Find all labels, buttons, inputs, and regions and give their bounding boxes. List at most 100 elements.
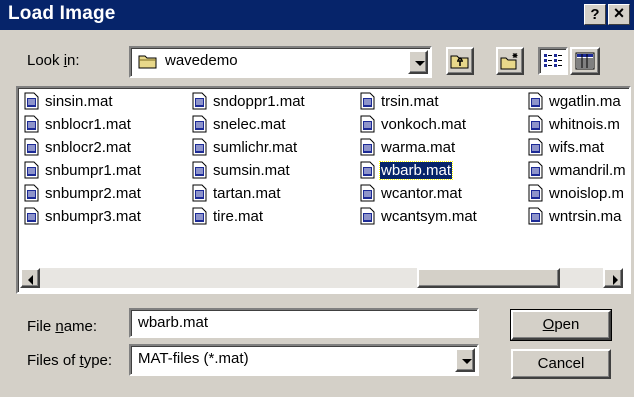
file-name-label: File name: <box>27 318 98 335</box>
file-item-label: sumsin.mat <box>213 161 290 179</box>
file-item[interactable]: snbumpr3.mat <box>24 205 142 226</box>
details-view-icon <box>575 52 595 74</box>
file-item[interactable]: vonkoch.mat <box>360 113 467 134</box>
help-button[interactable]: ? <box>584 4 606 25</box>
arrow-left-icon <box>28 275 33 285</box>
mat-file-icon <box>360 115 375 133</box>
mat-file-icon <box>24 161 39 179</box>
file-item-label: wmandril.m <box>549 161 626 179</box>
file-item-label: wbarb.mat <box>378 160 454 180</box>
cancel-button[interactable]: Cancel <box>511 349 611 379</box>
file-item[interactable]: wntrsin.ma <box>528 205 623 226</box>
list-view-icon <box>543 52 563 74</box>
file-item[interactable]: warma.mat <box>360 136 456 157</box>
look-in-combobox[interactable]: wavedemo <box>129 46 432 78</box>
list-view-button[interactable] <box>538 47 568 75</box>
file-item[interactable]: wmandril.m <box>528 159 627 180</box>
new-folder-icon <box>500 52 520 74</box>
file-item-label: wcantsym.mat <box>381 207 477 225</box>
file-item[interactable]: wcantor.mat <box>360 182 463 203</box>
mat-file-icon <box>360 92 375 110</box>
file-item[interactable]: snblocr1.mat <box>24 113 132 134</box>
file-item-label: wifs.mat <box>549 138 605 156</box>
mat-file-icon <box>192 184 207 202</box>
chevron-down-icon <box>415 61 425 66</box>
file-item[interactable]: wifs.mat <box>528 136 605 157</box>
file-item-label: snblocr1.mat <box>45 115 131 133</box>
look-in-dropdown-button[interactable] <box>408 50 428 74</box>
mat-file-icon <box>528 184 543 202</box>
file-item-label: wntrsin.ma <box>549 207 622 225</box>
file-item[interactable]: tire.mat <box>192 205 264 226</box>
file-item-label: snbumpr1.mat <box>45 161 141 179</box>
mat-file-icon <box>528 207 543 225</box>
mat-file-icon <box>528 161 543 179</box>
mat-file-icon <box>192 138 207 156</box>
file-type-dropdown-button[interactable] <box>455 348 475 372</box>
arrow-right-icon <box>613 275 618 285</box>
file-item[interactable]: wnoislop.m <box>528 182 625 203</box>
file-item[interactable]: wgatlin.ma <box>528 90 622 111</box>
file-item[interactable]: wbarb.mat <box>360 159 454 180</box>
open-button[interactable]: Open <box>510 309 612 341</box>
file-item-label: tire.mat <box>213 207 264 225</box>
file-item-label: wgatlin.ma <box>549 92 621 110</box>
load-image-dialog: Load Image ? × Look in: wavedemo sinsin.… <box>0 0 634 397</box>
mat-file-icon <box>528 92 543 110</box>
mat-file-icon <box>24 184 39 202</box>
file-item[interactable]: tartan.mat <box>192 182 282 203</box>
file-item-label: vonkoch.mat <box>381 115 467 133</box>
horizontal-scrollbar[interactable] <box>20 268 623 288</box>
mat-file-icon <box>24 92 39 110</box>
mat-file-icon <box>192 161 207 179</box>
file-item-label: sndoppr1.mat <box>213 92 305 110</box>
create-new-folder-button[interactable] <box>496 47 524 75</box>
mat-file-icon <box>360 207 375 225</box>
mat-file-icon <box>192 92 207 110</box>
mat-file-icon <box>24 207 39 225</box>
folder-icon <box>138 53 158 70</box>
mat-file-icon <box>24 115 39 133</box>
up-one-level-button[interactable] <box>446 47 474 75</box>
file-item[interactable]: snblocr2.mat <box>24 136 132 157</box>
file-type-select[interactable]: MAT-files (*.mat) <box>129 344 479 376</box>
title-bar[interactable]: Load Image ? × <box>0 0 634 30</box>
mat-file-icon <box>528 138 543 156</box>
file-item-label: snbumpr2.mat <box>45 184 141 202</box>
file-item[interactable]: snbumpr2.mat <box>24 182 142 203</box>
file-item[interactable]: whitnois.m <box>528 113 621 134</box>
file-item-label: sinsin.mat <box>45 92 113 110</box>
file-item-label: trsin.mat <box>381 92 439 110</box>
file-item[interactable]: sndoppr1.mat <box>192 90 306 111</box>
file-item[interactable]: snbumpr1.mat <box>24 159 142 180</box>
scroll-right-button[interactable] <box>603 268 623 288</box>
chevron-down-icon <box>462 359 472 364</box>
file-item-label: sumlichr.mat <box>213 138 298 156</box>
file-item-label: tartan.mat <box>213 184 281 202</box>
look-in-label: Look in: <box>27 52 80 69</box>
scroll-thumb[interactable] <box>417 268 560 288</box>
file-name-value: wbarb.mat <box>138 314 209 331</box>
file-item-label: snblocr2.mat <box>45 138 131 156</box>
file-item-label: snelec.mat <box>213 115 286 133</box>
file-item-label: snbumpr3.mat <box>45 207 141 225</box>
file-item-label: wnoislop.m <box>549 184 625 202</box>
up-one-level-icon <box>450 52 470 74</box>
close-button[interactable]: × <box>608 4 630 25</box>
file-type-value: MAT-files (*.mat) <box>138 350 249 367</box>
file-item[interactable]: sumsin.mat <box>192 159 291 180</box>
file-item[interactable]: sinsin.mat <box>24 90 114 111</box>
file-item[interactable]: trsin.mat <box>360 90 440 111</box>
file-list[interactable]: sinsin.mat sndoppr1.mat trsin.mat wgatlin.m… <box>16 86 631 294</box>
file-item-label: wcantor.mat <box>381 184 462 202</box>
scroll-left-button[interactable] <box>20 268 40 288</box>
file-item-label: whitnois.m <box>549 115 620 133</box>
details-view-button[interactable] <box>570 47 600 75</box>
look-in-value: wavedemo <box>165 52 238 69</box>
file-item[interactable]: snelec.mat <box>192 113 287 134</box>
mat-file-icon <box>24 138 39 156</box>
mat-file-icon <box>528 115 543 133</box>
file-item[interactable]: sumlichr.mat <box>192 136 298 157</box>
file-name-input[interactable]: wbarb.mat <box>129 308 479 338</box>
file-item[interactable]: wcantsym.mat <box>360 205 478 226</box>
